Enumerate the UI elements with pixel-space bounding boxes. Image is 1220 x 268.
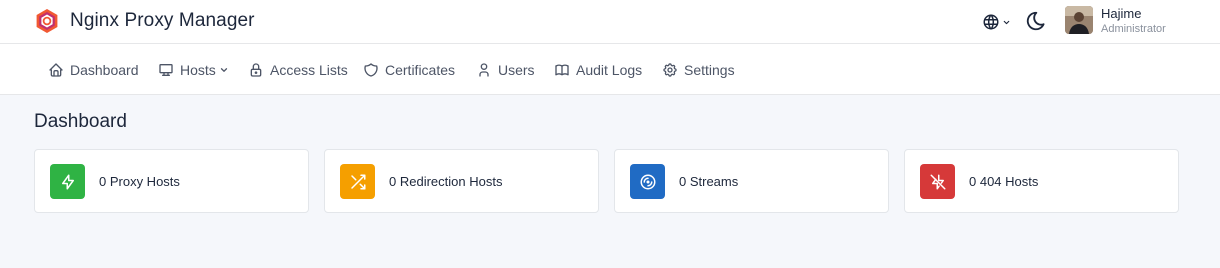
card-icon-badge <box>630 164 665 199</box>
card-label: 0 Streams <box>679 174 739 189</box>
chevron-down-icon <box>1003 20 1010 24</box>
gear-icon <box>663 62 677 77</box>
card-label: 0 Proxy Hosts <box>99 174 180 189</box>
user-avatar[interactable] <box>1065 6 1093 34</box>
bolt-off-icon <box>930 174 945 189</box>
card-icon-badge <box>920 164 955 199</box>
nav-label: Audit Logs <box>576 61 643 78</box>
nav-item-settings[interactable]: Settings <box>662 44 735 95</box>
nav-item-hosts[interactable]: Hosts <box>158 44 229 95</box>
nav-item-dashboard[interactable]: Dashboard <box>48 44 139 95</box>
globe-icon <box>983 14 999 30</box>
nav-item-certificates[interactable]: Certificates <box>363 44 455 95</box>
avatar-image <box>1065 6 1093 34</box>
page-title: Dashboard <box>34 111 127 132</box>
book-icon <box>555 64 569 75</box>
card-label: 0 Redirection Hosts <box>389 174 503 189</box>
moon-icon <box>1026 11 1045 31</box>
main-nav: Dashboard Hosts Access Lists Certificate… <box>0 44 1220 95</box>
bolt-icon <box>61 174 74 189</box>
user-name[interactable]: Hajime <box>1101 6 1141 21</box>
monitor-icon <box>159 63 173 76</box>
card-proxy-hosts[interactable]: 0 Proxy Hosts <box>34 149 309 213</box>
language-selector[interactable] <box>982 11 1012 33</box>
card-label: 0 404 Hosts <box>969 174 1039 189</box>
card-redirection-hosts[interactable]: 0 Redirection Hosts <box>324 149 599 213</box>
app-title: Nginx Proxy Manager <box>70 10 255 31</box>
chevron-down-icon <box>220 67 227 72</box>
shield-icon <box>364 62 378 77</box>
brand[interactable]: Nginx Proxy Manager <box>34 8 255 34</box>
nav-label: Hosts <box>180 61 216 78</box>
shuffle-icon <box>350 174 365 189</box>
user-role: Administrator <box>1101 23 1166 35</box>
home-icon <box>49 62 63 77</box>
card-icon-badge <box>340 164 375 199</box>
user-icon <box>479 62 489 77</box>
npm-hexagon-logo-icon <box>36 9 58 33</box>
card-icon-badge <box>50 164 85 199</box>
nav-label: Certificates <box>385 61 456 78</box>
theme-toggle-button[interactable] <box>1025 10 1047 32</box>
card-streams[interactable]: 0 Streams <box>614 149 889 213</box>
disc-icon <box>640 174 655 189</box>
top-bar: Nginx Proxy Manager Hajime Administrator <box>0 0 1220 44</box>
nav-label: Settings <box>684 61 735 78</box>
nav-item-audit-logs[interactable]: Audit Logs <box>554 44 642 95</box>
nav-label: Dashboard <box>70 61 139 78</box>
card-404-hosts[interactable]: 0 404 Hosts <box>904 149 1179 213</box>
nav-item-access-lists[interactable]: Access Lists <box>248 44 348 95</box>
nav-label: Users <box>498 61 535 78</box>
nav-item-users[interactable]: Users <box>476 44 535 95</box>
nav-label: Access Lists <box>270 61 348 78</box>
lock-icon <box>250 62 262 77</box>
